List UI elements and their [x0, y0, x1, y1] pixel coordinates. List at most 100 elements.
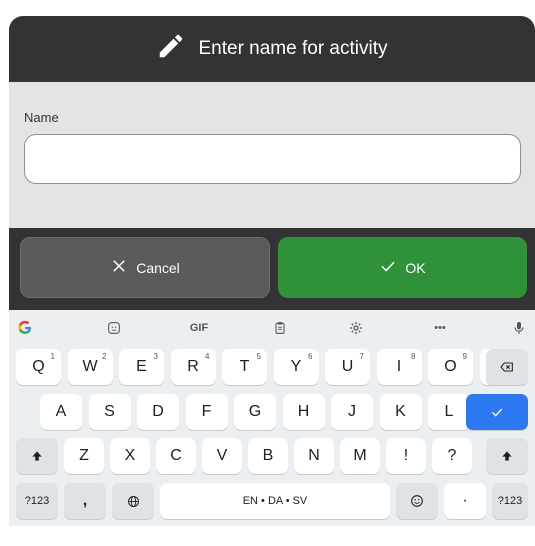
key-r[interactable]: R4 [170, 349, 216, 385]
key-j[interactable]: J [331, 394, 373, 430]
space-bar[interactable]: EN • DA • SV [160, 483, 390, 519]
check-icon [491, 408, 503, 417]
shift-icon [502, 451, 512, 461]
key-r-hint: 4 [205, 352, 210, 361]
backspace-icon [500, 362, 513, 372]
key-b[interactable]: B [248, 438, 288, 474]
key-s[interactable]: S [88, 394, 131, 430]
close-icon [110, 257, 136, 278]
key-k[interactable]: K [379, 394, 422, 430]
key-m-label: M [353, 447, 367, 464]
key-u-label: U [341, 358, 354, 375]
space-label: EN • DA • SV [242, 495, 308, 507]
key-exclamation[interactable]: ! [386, 438, 426, 474]
key-m[interactable]: M [340, 438, 380, 474]
smiley-icon [411, 495, 423, 507]
globe-icon [127, 495, 139, 507]
key-u[interactable]: U7 [325, 349, 370, 385]
enter-confirm-key[interactable] [466, 394, 528, 430]
key-f-label: F [201, 403, 212, 420]
key-y-label: Y [290, 358, 302, 375]
shift-icon [32, 451, 42, 461]
dialog-header: Enter name for activity [9, 16, 535, 81]
key-z[interactable]: Z [64, 438, 104, 474]
key-h[interactable]: H [282, 394, 325, 430]
key-x[interactable]: X [110, 438, 150, 474]
ok-button[interactable]: OK [278, 237, 527, 298]
key-v[interactable]: V [202, 438, 242, 474]
key-f[interactable]: F [185, 394, 228, 430]
settings-gear-icon[interactable] [344, 316, 368, 340]
on-screen-keyboard: GIF ••• ?123 , EN • DA • SV · ?123 Q 1 W… [9, 310, 535, 526]
key-y[interactable]: Y6 [273, 349, 319, 385]
key-g-label: G [248, 403, 262, 420]
key-d-label: D [152, 403, 164, 420]
key-i[interactable]: I8 [376, 349, 422, 385]
name-input[interactable] [24, 134, 521, 184]
key-l-label: L [444, 403, 454, 420]
key-t[interactable]: T5 [222, 349, 267, 385]
key-q[interactable]: Q1 [16, 349, 61, 385]
clipboard-icon[interactable] [268, 316, 292, 340]
symbols-right-label: ?123 [497, 495, 523, 507]
sticker-icon[interactable] [102, 316, 126, 340]
dialog-actions: Cancel OK [9, 228, 535, 310]
pencil-icon [156, 31, 198, 67]
period-key[interactable]: · [444, 483, 486, 519]
cancel-label: Cancel [136, 259, 180, 276]
comma-label: , [82, 492, 88, 509]
key-question-label: ? [447, 447, 457, 464]
key-k-label: K [395, 403, 406, 420]
key-w-hint: 2 [102, 352, 107, 361]
key-t-label: T [239, 358, 250, 375]
key-question[interactable]: ? [432, 438, 472, 474]
symbols-right-key[interactable]: ?123 [492, 483, 528, 519]
check-icon [379, 257, 405, 278]
key-o[interactable]: O9 [428, 349, 473, 385]
key-w[interactable]: W2 [67, 349, 113, 385]
key-r-label: R [187, 358, 199, 375]
key-i-label: I [396, 358, 402, 375]
key-t-hint: 5 [256, 352, 261, 361]
key-q-label: Q [32, 358, 45, 375]
key-q-hint: 1 [50, 352, 55, 361]
symbols-key[interactable]: ?123 [16, 483, 58, 519]
key-b-label: B [262, 447, 274, 464]
key-c-label: C [170, 447, 182, 464]
key-d[interactable]: D [137, 394, 179, 430]
key-y-hint: 6 [308, 352, 313, 361]
key-n-label: N [308, 447, 320, 464]
keyboard-toolbar: GIF ••• [9, 310, 535, 346]
key-a-label: A [55, 403, 67, 420]
key-g[interactable]: G [234, 394, 276, 430]
more-label: ••• [434, 322, 446, 334]
key-e-hint: 3 [153, 352, 158, 361]
google-g-icon[interactable] [13, 316, 37, 340]
key-o-label: O [444, 358, 457, 375]
key-h-label: H [297, 403, 310, 420]
key-w-label: W [82, 358, 98, 375]
key-c[interactable]: C [156, 438, 196, 474]
emoji-key[interactable] [396, 483, 438, 519]
gif-button[interactable]: GIF [184, 316, 214, 340]
key-s-label: S [104, 403, 115, 420]
key-a[interactable]: A [40, 394, 82, 430]
key-j-label: J [348, 403, 356, 420]
gif-label: GIF [189, 322, 209, 334]
key-o-hint: 9 [462, 352, 467, 361]
language-globe-key[interactable] [112, 483, 154, 519]
more-options-icon[interactable]: ••• [428, 316, 452, 340]
microphone-icon[interactable] [507, 316, 531, 340]
shift-left-key[interactable] [16, 438, 58, 474]
backspace-key[interactable] [486, 349, 528, 385]
name-label: Name [24, 110, 59, 125]
key-n[interactable]: N [294, 438, 334, 474]
ok-label: OK [405, 259, 426, 276]
shift-right-key[interactable] [486, 438, 528, 474]
activity-name-dialog: Enter name for activity Name Cancel OK [9, 16, 535, 310]
key-l[interactable]: L [428, 394, 470, 430]
key-x-label: X [124, 447, 136, 464]
cancel-button[interactable]: Cancel [20, 237, 270, 298]
comma-key[interactable]: , [64, 483, 106, 519]
key-e[interactable]: E3 [119, 349, 164, 385]
